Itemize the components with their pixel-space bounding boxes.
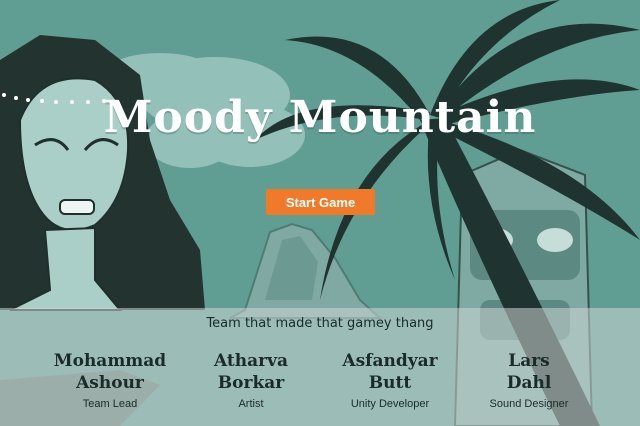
start-game-button[interactable]: Start Game	[266, 189, 375, 215]
team-heading: Team that made that gamey thang	[206, 316, 434, 331]
member-last-name: Butt	[368, 373, 412, 393]
member-role: Unity Developer	[350, 398, 430, 410]
member-role: Artist	[238, 398, 264, 410]
team-member-card: Mohammad Ashour Team Lead	[40, 350, 180, 410]
member-last-name: Borkar	[217, 373, 285, 393]
member-first-name: Mohammad	[53, 351, 167, 371]
member-last-name: Dahl	[506, 373, 552, 393]
member-first-name: Lars	[508, 351, 550, 371]
member-role: Sound Designer	[489, 398, 569, 410]
team-member-card: Atharva Borkar Artist	[181, 350, 321, 410]
member-last-name: Ashour	[76, 373, 144, 393]
member-first-name: Atharva	[214, 351, 288, 371]
member-role: Team Lead	[82, 398, 138, 410]
member-first-name: Asfandyar	[342, 351, 438, 371]
team-member-card: Lars Dahl Sound Designer	[459, 350, 599, 410]
game-title: Moody Mountain	[103, 92, 537, 143]
team-member-card: Asfandyar Butt Unity Developer	[320, 350, 460, 410]
